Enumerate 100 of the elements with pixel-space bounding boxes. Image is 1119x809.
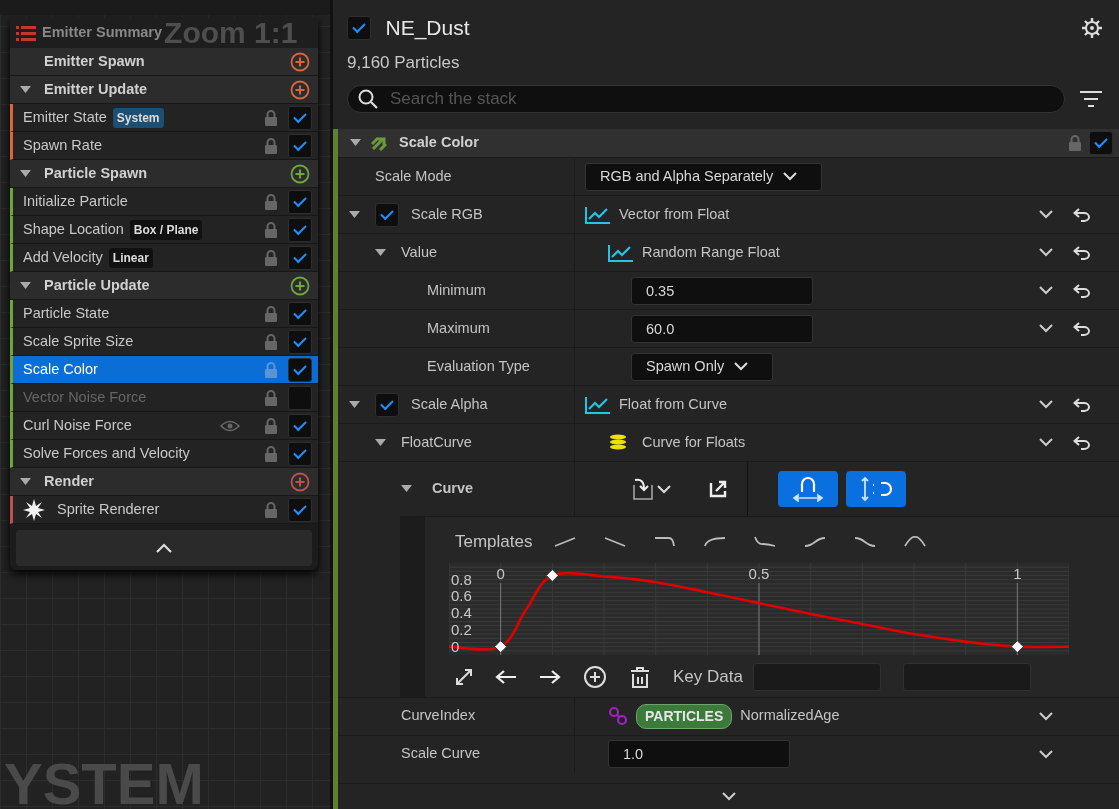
- chevron-down-icon[interactable]: [1039, 210, 1053, 219]
- checkbox[interactable]: [288, 413, 312, 438]
- filter-icon[interactable]: [1079, 90, 1103, 108]
- caret-icon[interactable]: [375, 248, 386, 257]
- checkbox[interactable]: [347, 15, 371, 40]
- checkbox[interactable]: [288, 329, 312, 354]
- module-row[interactable]: Sprite Renderer: [10, 496, 318, 524]
- chart-line-icon: [608, 243, 634, 262]
- vertical-arrows-icon: [859, 476, 893, 502]
- settings-icon[interactable]: [1081, 16, 1103, 39]
- checkbox[interactable]: [288, 301, 312, 326]
- lock-icon[interactable]: [264, 445, 278, 462]
- caret-icon[interactable]: [375, 438, 386, 447]
- caret-icon[interactable]: [349, 400, 360, 409]
- chevron-down-icon[interactable]: [1039, 248, 1053, 257]
- curve-key[interactable]: [1010, 639, 1024, 653]
- chevron-down-icon[interactable]: [1039, 400, 1053, 409]
- number-field[interactable]: 1.0: [608, 740, 790, 768]
- module-tag: Linear: [108, 247, 153, 268]
- reset-arrow-icon[interactable]: [1073, 397, 1091, 412]
- x-tick-label: 1: [1013, 564, 1022, 582]
- right-arrow-icon[interactable]: [539, 668, 561, 685]
- module-row[interactable]: Initialize Particle: [10, 188, 318, 216]
- checkbox[interactable]: [288, 217, 312, 242]
- chevron-down-icon[interactable]: [1039, 286, 1053, 295]
- lock-icon[interactable]: [264, 109, 278, 126]
- chevron-down-icon[interactable]: [1039, 324, 1053, 333]
- list-icon: [16, 25, 36, 41]
- lock-icon[interactable]: [264, 333, 278, 350]
- caret-icon[interactable]: [350, 139, 361, 147]
- lock-icon[interactable]: [264, 501, 278, 518]
- module-row[interactable]: Shape Location Box / Plane: [10, 216, 318, 244]
- checkbox[interactable]: [288, 441, 312, 466]
- parameter-label: Scale Curve: [401, 744, 480, 764]
- number-field[interactable]: 60.0: [631, 314, 813, 343]
- lock-icon[interactable]: [264, 249, 278, 266]
- module-label: Shape Location: [23, 219, 124, 239]
- chevron-down-icon: [783, 172, 798, 181]
- chevron-down-icon[interactable]: [721, 792, 736, 801]
- lock-icon[interactable]: [264, 221, 278, 238]
- checkbox[interactable]: [375, 202, 399, 227]
- lock-icon[interactable]: [264, 417, 278, 434]
- module-row[interactable]: Particle State: [10, 300, 318, 328]
- curve-key[interactable]: [545, 568, 559, 582]
- import-button[interactable]: [631, 476, 673, 502]
- module-row[interactable]: Curl Noise Force: [10, 412, 318, 440]
- particle-count: 9,160 Particles: [347, 51, 461, 74]
- checkbox[interactable]: [1089, 131, 1113, 155]
- module-title: Scale Color: [399, 133, 479, 153]
- checkbox[interactable]: [288, 133, 312, 158]
- y-tick-label: 0.6: [451, 586, 472, 604]
- parameter-label: Minimum: [427, 280, 486, 300]
- reset-arrow-icon[interactable]: [1073, 283, 1091, 298]
- reset-arrow-icon[interactable]: [1073, 207, 1091, 222]
- parameter-label: CurveIndex: [401, 706, 476, 726]
- module-row[interactable]: Add Velocity Linear: [10, 244, 318, 272]
- chevron-down-icon[interactable]: [1039, 438, 1053, 447]
- checkbox[interactable]: [375, 392, 399, 417]
- add-circle-icon[interactable]: [290, 163, 310, 184]
- dropdown[interactable]: RGB and Alpha Separately: [585, 162, 823, 191]
- checkbox[interactable]: [288, 105, 312, 130]
- module-label: Vector Noise Force: [23, 387, 147, 407]
- chevron-down-icon: [657, 484, 671, 494]
- section-title: Emitter Update: [44, 79, 148, 99]
- reset-arrow-icon[interactable]: [1073, 321, 1091, 336]
- checkbox[interactable]: [288, 189, 312, 214]
- checkbox[interactable]: [288, 497, 312, 522]
- module-row[interactable]: Emitter State System: [10, 104, 318, 132]
- dropdown[interactable]: Spawn Only: [631, 352, 774, 381]
- caret-icon[interactable]: [20, 477, 31, 486]
- lock-icon[interactable]: [264, 137, 278, 154]
- module-row[interactable]: Solve Forces and Velocity: [10, 440, 318, 468]
- number-field[interactable]: 0.35: [631, 276, 813, 305]
- lock-icon[interactable]: [264, 193, 278, 210]
- trash-icon[interactable]: [629, 665, 651, 688]
- chevron-down-icon[interactable]: [1039, 711, 1053, 721]
- module-row[interactable]: Scale Color: [10, 356, 318, 384]
- checkbox[interactable]: [288, 245, 312, 270]
- left-arrow-icon[interactable]: [495, 668, 517, 685]
- chevron-down-icon[interactable]: [1039, 749, 1053, 759]
- parameter-label: Maximum: [427, 318, 490, 338]
- reset-arrow-icon[interactable]: [1073, 245, 1091, 260]
- curve-key[interactable]: [494, 639, 508, 653]
- caret-icon[interactable]: [401, 485, 412, 493]
- toggle-button[interactable]: [778, 471, 838, 507]
- panel-title: Emitter Summary: [42, 23, 163, 43]
- reset-arrow-icon[interactable]: [1073, 435, 1091, 450]
- caret-icon[interactable]: [20, 169, 31, 178]
- add-circle-icon[interactable]: [290, 275, 310, 296]
- caret-icon[interactable]: [20, 85, 31, 94]
- caret-icon[interactable]: [349, 210, 360, 219]
- fit-arrows-icon[interactable]: [455, 667, 473, 686]
- module-row[interactable]: Spawn Rate: [10, 132, 318, 160]
- module-row[interactable]: Scale Sprite Size: [10, 328, 318, 356]
- caret-icon[interactable]: [20, 281, 31, 290]
- toggle-button[interactable]: [846, 471, 906, 507]
- module-arrow-icon: [371, 135, 389, 151]
- eye-icon[interactable]: [220, 419, 240, 432]
- checkbox[interactable]: [288, 357, 312, 382]
- lock-icon[interactable]: [264, 305, 278, 322]
